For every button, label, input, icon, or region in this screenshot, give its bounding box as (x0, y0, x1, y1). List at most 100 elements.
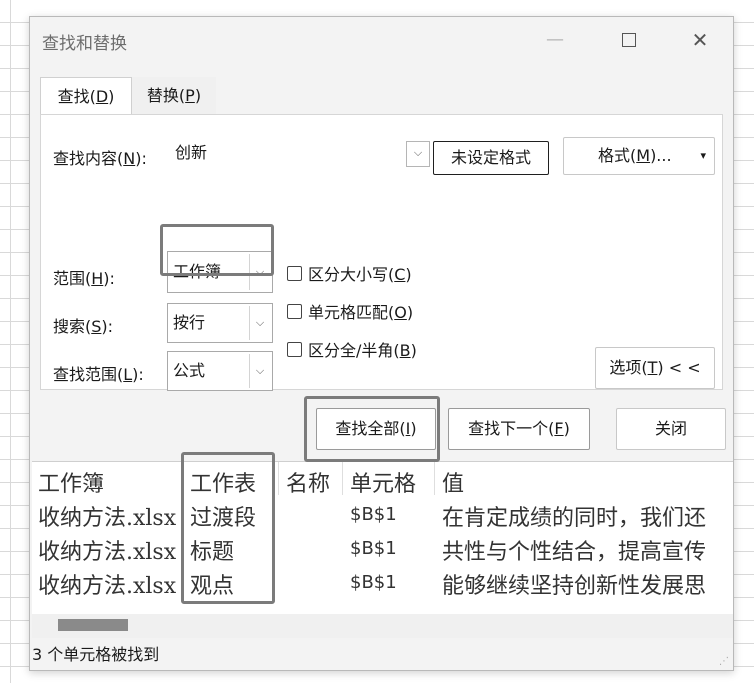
match-case-label: 区分大小写( (308, 265, 395, 284)
maximize-icon (622, 33, 636, 47)
row-workbook: 收纳方法.xlsx (38, 540, 177, 565)
title-bar: 查找和替换 — ✕ (30, 17, 733, 63)
find-history-dropdown-icon[interactable]: ⌵ (406, 141, 430, 167)
row-cell: $B$1 (350, 504, 397, 525)
find-next-button[interactable]: 查找下一个(F) (448, 408, 590, 450)
dialog-title: 查找和替换 (42, 34, 127, 54)
row-value: 共性与个性结合，提高宣传 (442, 540, 707, 565)
find-what-input[interactable]: 创新 ⌵ (173, 137, 430, 173)
header-sheet[interactable]: 工作表 (190, 466, 256, 498)
format-dropdown-icon: ▾ (700, 149, 706, 162)
close-button[interactable]: 关闭 (616, 408, 726, 450)
scrollbar-thumb[interactable] (58, 619, 128, 631)
spreadsheet-column-line (10, 0, 11, 683)
match-width-suffix: ) (410, 341, 417, 360)
search-order-key: S (91, 317, 102, 336)
row-value: 能够继续坚持创新性发展思 (442, 574, 707, 599)
horizontal-scrollbar[interactable] (32, 614, 733, 638)
within-value: 工作簿 (173, 262, 222, 281)
find-all-suffix: ) (410, 419, 417, 438)
match-width-option[interactable]: 区分全/半角(B) (287, 337, 417, 361)
row-cell: $B$1 (350, 572, 397, 593)
match-case-suffix: ) (405, 265, 412, 284)
look-in-label-suffix: ): (132, 365, 144, 384)
options-button-suffix: ) < < (657, 358, 701, 377)
match-width-checkbox[interactable] (287, 342, 302, 357)
options-button-key: T (647, 358, 658, 377)
header-cell[interactable]: 单元格 (350, 466, 416, 498)
row-sheet: 标题 (190, 540, 235, 565)
find-what-key: N (123, 149, 136, 168)
column-separator (278, 462, 279, 495)
match-cell-key: O (394, 303, 407, 322)
within-label-suffix: ): (103, 269, 115, 288)
options-button[interactable]: 选项(T) < < (595, 347, 715, 389)
close-window-button[interactable]: ✕ (685, 27, 715, 53)
match-case-key: C (394, 265, 406, 284)
find-what-label-text: 查找内容( (53, 149, 124, 168)
look-in-key: L (123, 365, 133, 384)
within-select[interactable]: 工作簿 ⌵ (167, 251, 273, 293)
format-button-label: 格式( (598, 146, 637, 165)
search-order-label-text: 搜索( (53, 317, 92, 336)
header-value[interactable]: 值 (442, 466, 464, 498)
match-width-label: 区分全/半角( (308, 341, 400, 360)
look-in-label: 查找范围(L): (53, 361, 144, 385)
find-what-label: 查找内容(N): (53, 145, 147, 169)
tab-replace-label: 替换( (146, 86, 186, 105)
row-workbook: 收纳方法.xlsx (38, 574, 177, 599)
header-workbook[interactable]: 工作簿 (38, 466, 104, 498)
find-all-label: 查找全部( (335, 419, 406, 438)
format-button-suffix: )... (650, 146, 672, 165)
column-separator (434, 462, 435, 495)
search-order-select[interactable]: 按行 ⌵ (167, 303, 273, 343)
match-cell-checkbox[interactable] (287, 304, 302, 319)
column-separator (342, 462, 343, 495)
search-order-value: 按行 (173, 313, 206, 332)
minimize-icon: — (546, 29, 564, 50)
find-next-key: F (554, 419, 564, 438)
options-button-label: 选项( (609, 358, 648, 377)
find-all-button[interactable]: 查找全部(I) (316, 408, 436, 450)
row-cell: $B$1 (350, 538, 397, 559)
tab-replace[interactable]: 替换(P) (132, 77, 216, 115)
find-next-suffix: ) (563, 419, 570, 438)
tab-find-key: D (95, 87, 109, 106)
match-cell-label: 单元格匹配( (308, 303, 395, 322)
find-what-label-suffix: ): (135, 149, 147, 168)
match-case-checkbox[interactable] (287, 266, 302, 281)
row-value: 在肯定成绩的同时，我们还 (442, 506, 707, 531)
match-cell-option[interactable]: 单元格匹配(O) (287, 299, 413, 323)
row-workbook: 收纳方法.xlsx (38, 506, 177, 531)
look-in-select[interactable]: 公式 ⌵ (167, 351, 273, 391)
within-label-text: 范围( (53, 269, 92, 288)
match-width-key: B (399, 341, 411, 360)
find-options-panel: 查找内容(N): 创新 ⌵ 未设定格式 格式(M)... ▾ 范围(H): 工作… (40, 114, 723, 391)
match-cell-suffix: ) (406, 303, 414, 322)
tab-find-label: 查找( (57, 87, 96, 106)
look-in-label-text: 查找范围( (53, 365, 124, 384)
search-order-dropdown-icon: ⌵ (249, 306, 270, 340)
look-in-dropdown-icon: ⌵ (249, 354, 270, 388)
tab-replace-key: P (185, 86, 195, 105)
look-in-value: 公式 (173, 361, 206, 380)
no-format-button[interactable]: 未设定格式 (433, 141, 549, 175)
results-list: 工作簿 工作表 名称 单元格 值 收纳方法.xlsx 过渡段 $B$1 在肯定成… (32, 461, 733, 615)
match-case-option[interactable]: 区分大小写(C) (287, 261, 412, 285)
row-sheet: 观点 (190, 574, 235, 599)
row-sheet: 过渡段 (190, 506, 257, 531)
find-what-value: 创新 (175, 143, 208, 162)
header-name[interactable]: 名称 (286, 466, 330, 498)
format-button-key: M (636, 146, 651, 165)
search-order-label-suffix: ): (101, 317, 114, 336)
column-separator (182, 462, 183, 495)
search-order-label: 搜索(S): (53, 313, 113, 337)
within-label: 范围(H): (53, 265, 115, 289)
tab-find[interactable]: 查找(D) (40, 77, 132, 116)
maximize-button[interactable] (614, 27, 644, 53)
format-button[interactable]: 格式(M)... ▾ (563, 137, 715, 175)
resize-grip-icon[interactable]: ⋰ (719, 656, 729, 667)
within-dropdown-icon: ⌵ (249, 254, 270, 290)
within-key: H (91, 269, 104, 288)
find-next-label: 查找下一个( (468, 419, 555, 438)
